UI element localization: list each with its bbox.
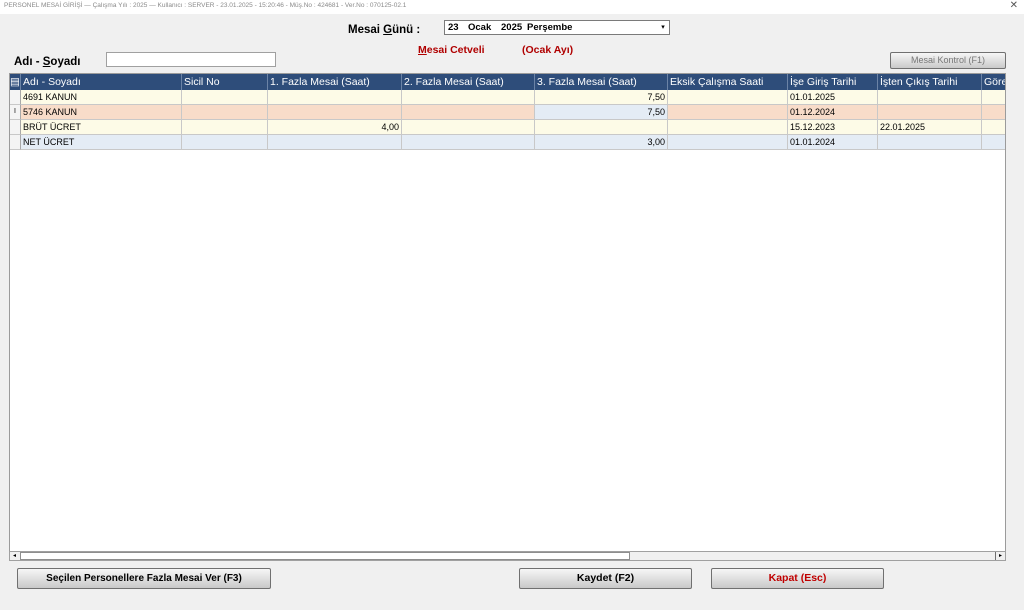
table-cell[interactable]: [668, 135, 788, 150]
date-picker[interactable]: 23 Ocak 2025 Perşembe ▾: [444, 20, 670, 35]
table-cell[interactable]: 7,50: [535, 105, 668, 120]
column-header[interactable]: 1. Fazla Mesai (Saat): [268, 74, 402, 90]
table-cell[interactable]: [182, 105, 268, 120]
close-icon[interactable]: ✕: [1010, 0, 1018, 11]
table-cell[interactable]: [402, 120, 535, 135]
table-cell[interactable]: [982, 90, 1005, 105]
scroll-right-icon[interactable]: ▸: [995, 552, 1005, 560]
table-cell[interactable]: [182, 120, 268, 135]
table-cell[interactable]: [982, 135, 1005, 150]
table-cell[interactable]: [402, 90, 535, 105]
horizontal-scrollbar[interactable]: ◂ ▸: [9, 551, 1006, 561]
name-search-input[interactable]: [106, 52, 276, 67]
table-cell[interactable]: [982, 120, 1005, 135]
table-cell[interactable]: [402, 105, 535, 120]
table-cell[interactable]: 22.01.2025: [878, 120, 982, 135]
table-cell[interactable]: [402, 135, 535, 150]
table-cell[interactable]: NET ÜCRET: [21, 135, 182, 150]
chevron-down-icon[interactable]: ▾: [657, 21, 669, 34]
table-cell[interactable]: 15.12.2023: [788, 120, 878, 135]
date-label: Mesai Günü :: [348, 24, 421, 36]
row-indicator[interactable]: I: [10, 105, 21, 120]
fazla-mesai-ver-button[interactable]: Seçilen Personellere Fazla Mesai Ver (F3…: [17, 568, 271, 589]
save-button[interactable]: Kaydet (F2): [519, 568, 692, 589]
date-weekday: Perşembe: [527, 22, 573, 33]
table-cell[interactable]: [268, 90, 402, 105]
table-cell[interactable]: [878, 135, 982, 150]
date-day: 23: [448, 22, 459, 33]
column-header[interactable]: İşe Giriş Tarihi: [788, 74, 878, 90]
title-bar: PERSONEL MESAİ GİRİŞİ — Çalışma Yılı : 2…: [0, 0, 1024, 14]
row-indicator[interactable]: [10, 120, 21, 135]
table-cell[interactable]: [668, 90, 788, 105]
table-cell[interactable]: 01.01.2024: [788, 135, 878, 150]
table-cell[interactable]: [878, 105, 982, 120]
table-cell[interactable]: [982, 105, 1005, 120]
month-heading: (Ocak Ayı): [522, 44, 574, 56]
date-month: Ocak: [468, 22, 492, 33]
table-cell[interactable]: [182, 90, 268, 105]
mesai-kontrol-button[interactable]: Mesai Kontrol (F1): [890, 52, 1006, 69]
row-indicator[interactable]: [10, 90, 21, 105]
column-header[interactable]: Sicil No: [182, 74, 268, 90]
row-indicator[interactable]: [10, 135, 21, 150]
window-title: PERSONEL MESAİ GİRİŞİ — Çalışma Yılı : 2…: [4, 2, 407, 9]
table-cell[interactable]: [268, 135, 402, 150]
table-cell[interactable]: 01.12.2024: [788, 105, 878, 120]
table-cell[interactable]: [668, 105, 788, 120]
column-header[interactable]: Göre: [982, 74, 1005, 90]
column-header[interactable]: Adı - Soyadı: [21, 74, 182, 90]
table-cell[interactable]: 4691 KANUN: [21, 90, 182, 105]
table-cell[interactable]: BRÜT ÜCRET: [21, 120, 182, 135]
column-header[interactable]: 3. Fazla Mesai (Saat): [535, 74, 668, 90]
table-cell[interactable]: [535, 120, 668, 135]
scroll-left-icon[interactable]: ◂: [10, 552, 19, 560]
scroll-thumb[interactable]: [20, 552, 630, 560]
grid-header: ▤ Adı - Soyadı Sicil No 1. Fazla Mesai (…: [10, 74, 1005, 90]
cetvel-heading: Mesai Cetveli: [418, 44, 485, 56]
select-all-icon[interactable]: ▤: [10, 74, 21, 90]
column-header[interactable]: İşten Çıkış Tarihi: [878, 74, 982, 90]
table-cell[interactable]: 7,50: [535, 90, 668, 105]
table-cell[interactable]: [268, 105, 402, 120]
close-button[interactable]: Kapat (Esc): [711, 568, 884, 589]
table-cell[interactable]: [668, 120, 788, 135]
column-header[interactable]: 2. Fazla Mesai (Saat): [402, 74, 535, 90]
date-year: 2025: [501, 22, 523, 33]
table-cell[interactable]: 4,00: [268, 120, 402, 135]
table-cell[interactable]: 5746 KANUN: [21, 105, 182, 120]
table-cell[interactable]: [878, 90, 982, 105]
data-grid[interactable]: ▤ Adı - Soyadı Sicil No 1. Fazla Mesai (…: [9, 73, 1006, 552]
column-header[interactable]: Eksik Çalışma Saati: [668, 74, 788, 90]
table-cell[interactable]: [182, 135, 268, 150]
name-label: Adı - Soyadı: [14, 56, 81, 68]
table-cell[interactable]: 01.01.2025: [788, 90, 878, 105]
table-cell[interactable]: 3,00: [535, 135, 668, 150]
